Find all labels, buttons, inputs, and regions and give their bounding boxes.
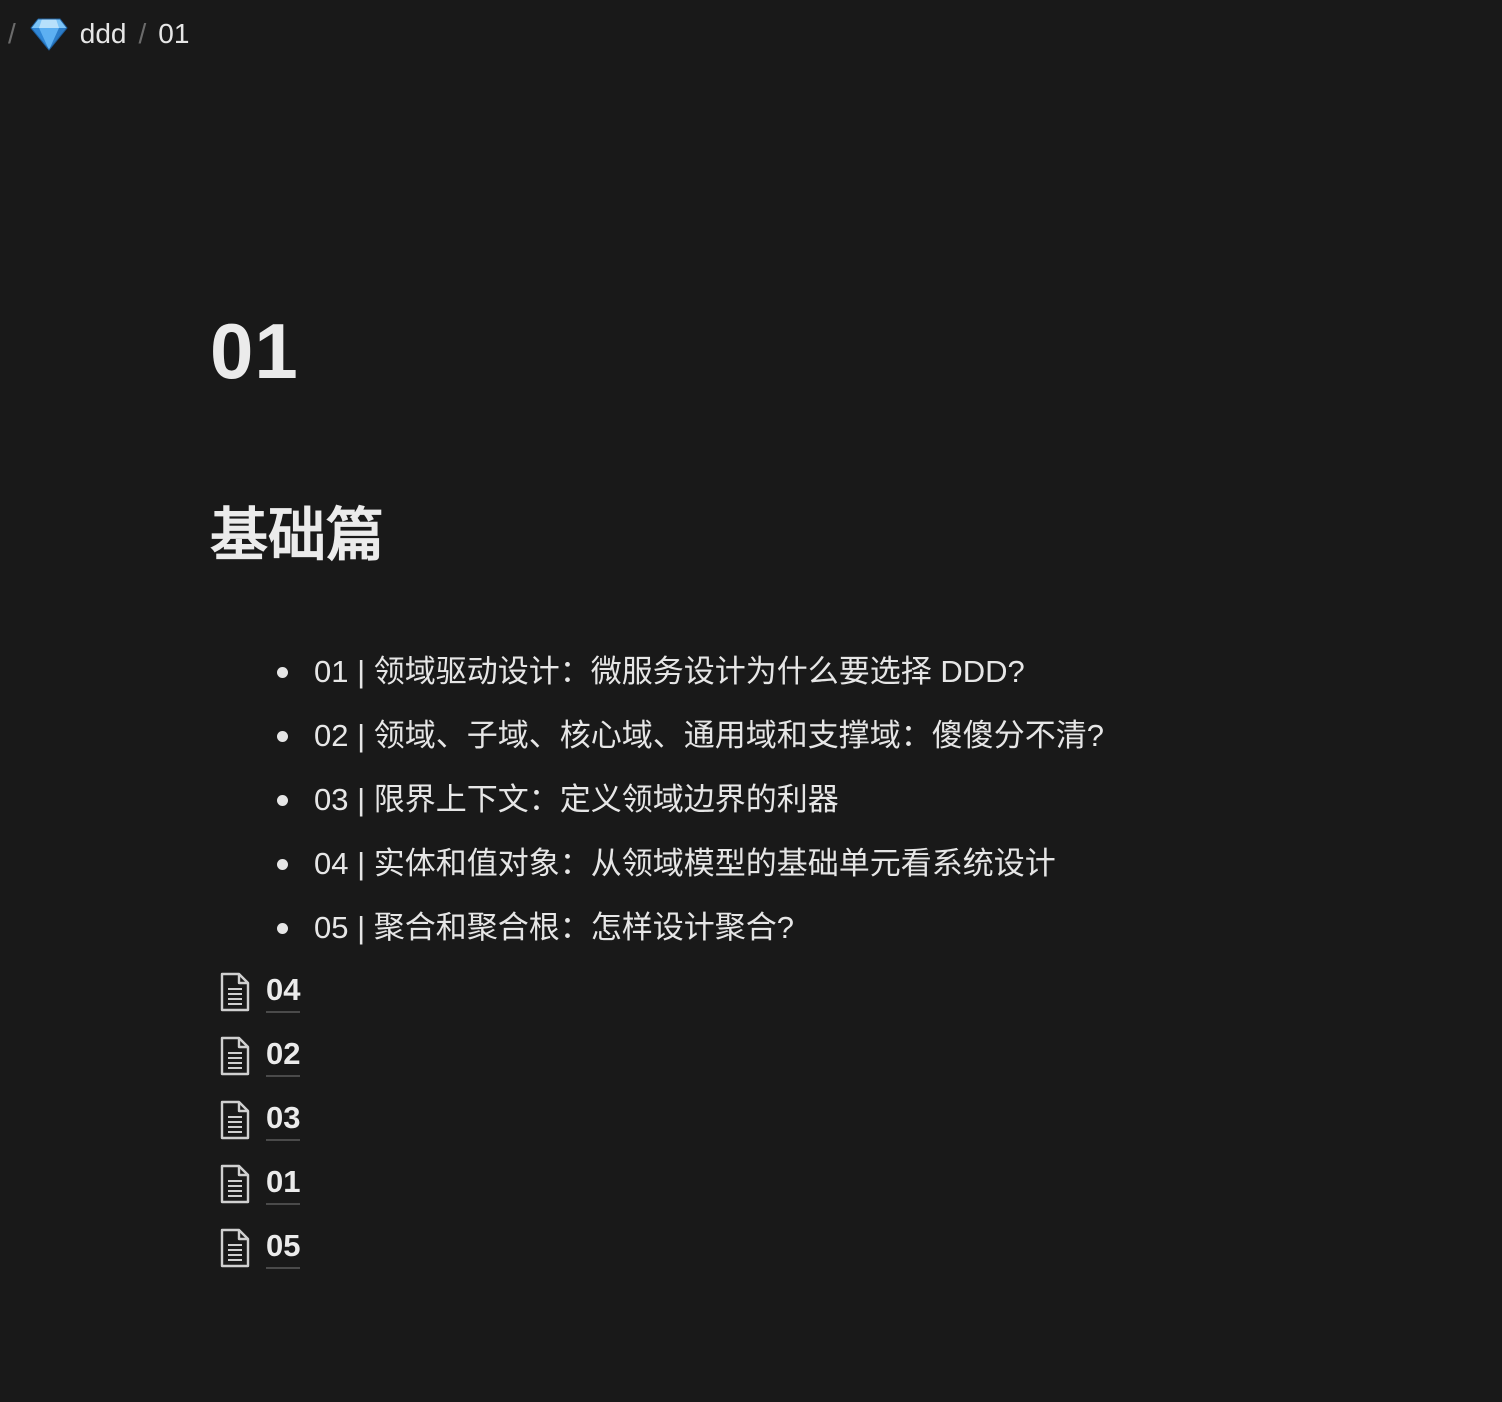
page-title: 01 — [210, 307, 299, 395]
document-icon — [214, 1034, 254, 1078]
breadcrumb-item-workspace[interactable]: ddd — [30, 17, 127, 51]
page-root: / ddd / 01 01 基础篇 01 | 领域驱动设计：微服务设计为什么要选… — [0, 0, 1502, 1402]
breadcrumb-separator: / — [8, 18, 16, 49]
bullet-icon — [277, 859, 288, 870]
gem-icon — [30, 17, 68, 51]
list-item-label: 01 | 领域驱动设计：微服务设计为什么要选择 DDD? — [314, 654, 1025, 689]
bullet-icon — [277, 795, 288, 806]
subpage-link[interactable]: 04 — [214, 960, 301, 1024]
list-item[interactable]: 04 | 实体和值对象：从领域模型的基础单元看系统设计 — [270, 832, 1104, 896]
subpage-link-label: 03 — [266, 1099, 301, 1141]
breadcrumb: / ddd / 01 — [6, 14, 189, 54]
subpage-link[interactable]: 05 — [214, 1216, 301, 1280]
list-item-label: 02 | 领域、子域、核心域、通用域和支撑域：傻傻分不清? — [314, 718, 1104, 753]
toc-list: 01 | 领域驱动设计：微服务设计为什么要选择 DDD? 02 | 领域、子域、… — [270, 640, 1104, 960]
list-item[interactable]: 03 | 限界上下文：定义领域边界的利器 — [270, 768, 1104, 832]
subpage-link-label: 05 — [266, 1227, 301, 1269]
breadcrumb-item-current[interactable]: 01 — [158, 18, 189, 50]
subpage-link[interactable]: 02 — [214, 1024, 301, 1088]
list-item-label: 04 | 实体和值对象：从领域模型的基础单元看系统设计 — [314, 846, 1056, 881]
list-item-label: 03 | 限界上下文：定义领域边界的利器 — [314, 782, 839, 817]
bullet-icon — [277, 731, 288, 742]
document-icon — [214, 1162, 254, 1206]
section-heading: 基础篇 — [210, 503, 385, 568]
bullet-icon — [277, 923, 288, 934]
breadcrumb-separator: / — [138, 18, 147, 49]
subpage-list: 04 02 03 01 05 — [214, 960, 301, 1280]
subpage-link-label: 02 — [266, 1035, 301, 1077]
breadcrumb-label-current: 01 — [158, 18, 190, 49]
list-item[interactable]: 05 | 聚合和聚合根：怎样设计聚合? — [270, 896, 1104, 960]
subpage-link-label: 04 — [266, 971, 301, 1013]
list-item[interactable]: 02 | 领域、子域、核心域、通用域和支撑域：傻傻分不清? — [270, 704, 1104, 768]
subpage-link[interactable]: 03 — [214, 1088, 301, 1152]
subpage-link[interactable]: 01 — [214, 1152, 301, 1216]
list-item-label: 05 | 聚合和聚合根：怎样设计聚合? — [314, 910, 794, 945]
list-item[interactable]: 01 | 领域驱动设计：微服务设计为什么要选择 DDD? — [270, 640, 1104, 704]
bullet-icon — [277, 667, 288, 678]
breadcrumb-label-workspace: ddd — [79, 18, 127, 49]
document-icon — [214, 1098, 254, 1142]
subpage-link-label: 01 — [266, 1163, 301, 1205]
document-icon — [214, 1226, 254, 1270]
document-icon — [214, 970, 254, 1014]
